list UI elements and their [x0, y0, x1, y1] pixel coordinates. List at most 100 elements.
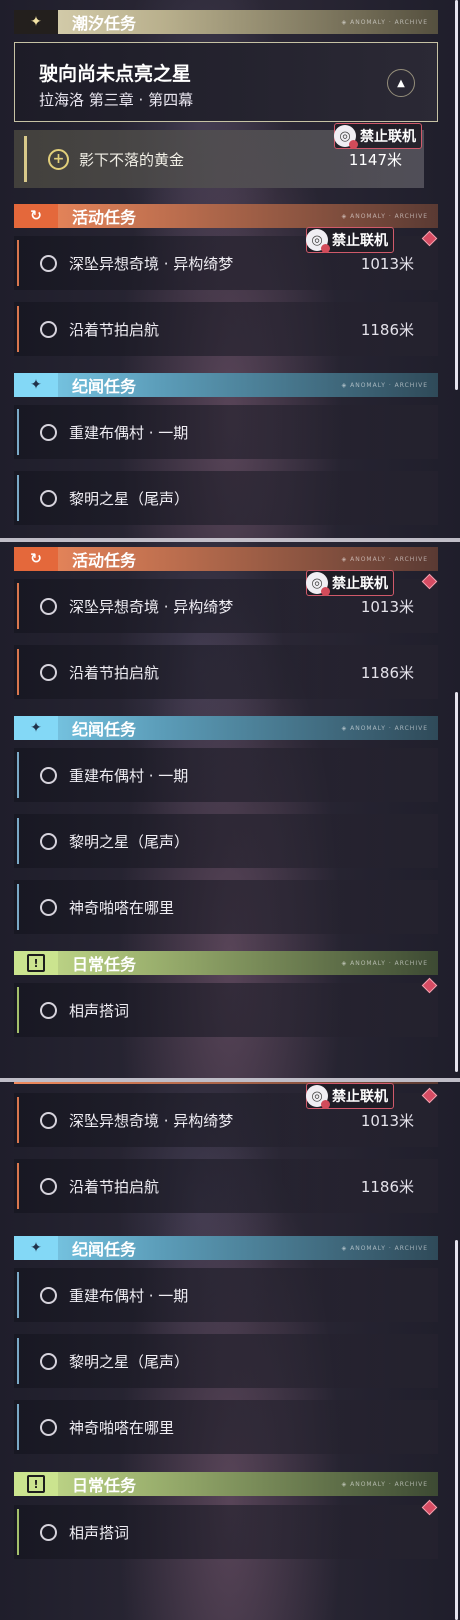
section-header-activity[interactable]: ↻ 活动任务 ◈ ANOMALY · ARCHIVE	[14, 204, 438, 228]
circle-icon	[40, 1418, 57, 1436]
quest-name: 重建布偶村 · 一期	[69, 766, 189, 785]
quest-name: 深坠异想奇境 · 异构绮梦	[69, 597, 234, 616]
list-item[interactable]: 重建布偶村 · 一期	[14, 405, 438, 459]
quest-distance: 1186米	[360, 1177, 414, 1196]
no-online-badge: ◎ 禁止联机	[306, 570, 394, 596]
list-item[interactable]: 相声搭词	[14, 1505, 438, 1559]
section-title: 纪闻任务	[72, 1240, 137, 1259]
section-title: 潮汐任务	[72, 14, 137, 33]
no-online-icon: ◎	[306, 1085, 330, 1109]
list-item[interactable]: 沿着节拍启航 1186米	[14, 1159, 438, 1213]
main-quest-chapter: 拉海洛 第三章 · 第四幕	[39, 91, 194, 109]
scrollbar[interactable]	[455, 1240, 458, 1620]
quest-name: 黎明之星（尾声）	[69, 1352, 190, 1371]
circle-icon	[40, 1286, 57, 1304]
no-online-icon: ◎	[306, 229, 330, 253]
quest-name: 沿着节拍启航	[69, 320, 160, 339]
quest-name: 相声搭词	[69, 1523, 130, 1542]
compass-icon[interactable]: ▲	[387, 69, 415, 97]
sparkle-icon: ✦	[14, 716, 58, 740]
quest-distance: 1013米	[360, 1111, 414, 1130]
list-item[interactable]: 黎明之星（尾声）	[14, 814, 438, 868]
sub-quest-name: 影下不落的黄金	[79, 150, 185, 169]
quest-distance: 1186米	[360, 320, 414, 339]
no-online-label: 禁止联机	[332, 1089, 388, 1105]
section-header-tide[interactable]: ✦ 潮汐任务 ◈ ANOMALY · ARCHIVE	[14, 10, 438, 34]
circle-icon	[40, 597, 57, 615]
list-item[interactable]: 黎明之星（尾声）	[14, 471, 438, 525]
list-item[interactable]: 神奇啪嗒在哪里	[14, 880, 438, 934]
circle-icon	[40, 663, 57, 681]
list-item[interactable]: 沿着节拍启航 1186米	[14, 645, 438, 699]
sparkle-icon: ✦	[14, 373, 58, 397]
quest-panel-2: ↻ 活动任务 ◈ ANOMALY · ARCHIVE 深坠异想奇境 · 异构绮梦…	[0, 542, 460, 1078]
section-title: 日常任务	[72, 1476, 137, 1495]
list-item[interactable]: 神奇啪嗒在哪里	[14, 1400, 438, 1454]
section-header-daily[interactable]: ! 日常任务 ◈ ANOMALY · ARCHIVE	[14, 951, 438, 975]
main-quest-title: 驶向尚未点亮之星	[39, 63, 192, 85]
quest-name: 深坠异想奇境 · 异构绮梦	[69, 254, 234, 273]
scrollbar[interactable]	[455, 0, 458, 390]
section-decoration: ◈ ANOMALY · ARCHIVE	[341, 1480, 428, 1488]
circle-icon	[40, 832, 57, 850]
list-item[interactable]: 重建布偶村 · 一期	[14, 1268, 438, 1322]
no-online-label: 禁止联机	[360, 129, 416, 145]
circle-icon	[40, 320, 57, 338]
no-online-badge: ◎ 禁止联机	[306, 1083, 394, 1109]
quest-panel-1: ✦ 潮汐任务 ◈ ANOMALY · ARCHIVE 驶向尚未点亮之星 拉海洛 …	[0, 0, 460, 540]
list-item[interactable]: 黎明之星（尾声）	[14, 1334, 438, 1388]
circle-icon	[40, 1111, 57, 1129]
no-online-icon: ◎	[334, 125, 358, 149]
plus-icon: +	[48, 148, 69, 170]
no-online-label: 禁止联机	[332, 576, 388, 592]
list-item[interactable]: 相声搭词	[14, 983, 438, 1037]
no-online-label: 禁止联机	[332, 233, 388, 249]
quest-distance: 1013米	[360, 597, 414, 616]
quest-distance: 1013米	[360, 254, 414, 273]
section-header-lore[interactable]: ✦ 纪闻任务 ◈ ANOMALY · ARCHIVE	[14, 1236, 438, 1260]
quest-name: 神奇啪嗒在哪里	[69, 1418, 175, 1437]
circle-icon	[40, 1523, 57, 1541]
circle-icon	[40, 254, 57, 272]
sparkle-icon: ✦	[14, 1236, 58, 1260]
circle-icon	[40, 1177, 57, 1195]
circle-icon	[40, 423, 57, 441]
section-decoration: ◈ ANOMALY · ARCHIVE	[341, 959, 428, 967]
section-header-daily[interactable]: ! 日常任务 ◈ ANOMALY · ARCHIVE	[14, 1472, 438, 1496]
main-quest-card[interactable]: 驶向尚未点亮之星 拉海洛 第三章 · 第四幕 ▲	[14, 42, 438, 122]
cycle-icon: ↻	[14, 547, 58, 571]
section-decoration: ◈ ANOMALY · ARCHIVE	[341, 555, 428, 563]
section-decoration: ◈ ANOMALY · ARCHIVE	[341, 18, 428, 26]
scrollbar[interactable]	[455, 692, 458, 1072]
circle-icon	[40, 489, 57, 507]
section-title: 活动任务	[72, 551, 137, 570]
quest-distance: 1186米	[360, 663, 414, 682]
section-decoration: ◈ ANOMALY · ARCHIVE	[341, 212, 428, 220]
exclamation-icon: !	[14, 1472, 58, 1496]
list-item[interactable]: 沿着节拍启航 1186米	[14, 302, 438, 356]
section-title: 日常任务	[72, 955, 137, 974]
section-header-activity[interactable]: ↻ 活动任务 ◈ ANOMALY · ARCHIVE	[14, 547, 438, 571]
section-decoration: ◈ ANOMALY · ARCHIVE	[341, 381, 428, 389]
quest-name: 相声搭词	[69, 1001, 130, 1020]
quest-name: 深坠异想奇境 · 异构绮梦	[69, 1111, 234, 1130]
circle-icon	[40, 766, 57, 784]
quest-name: 重建布偶村 · 一期	[69, 1286, 189, 1305]
section-title: 活动任务	[72, 208, 137, 227]
no-online-icon: ◎	[306, 572, 330, 596]
quest-panel-3: 深坠异想奇境 · 异构绮梦 1013米 ◎ 禁止联机 沿着节拍启航 1186米 …	[0, 1082, 460, 1620]
no-online-badge: ◎ 禁止联机	[334, 123, 422, 149]
quest-name: 沿着节拍启航	[69, 663, 160, 682]
sparkle-icon: ✦	[14, 10, 58, 34]
list-item[interactable]: 重建布偶村 · 一期	[14, 748, 438, 802]
circle-icon	[40, 1001, 57, 1019]
section-decoration: ◈ ANOMALY · ARCHIVE	[341, 724, 428, 732]
quest-name: 沿着节拍启航	[69, 1177, 160, 1196]
cycle-icon: ↻	[14, 204, 58, 228]
section-header-lore[interactable]: ✦ 纪闻任务 ◈ ANOMALY · ARCHIVE	[14, 716, 438, 740]
quest-name: 重建布偶村 · 一期	[69, 423, 189, 442]
section-header-lore[interactable]: ✦ 纪闻任务 ◈ ANOMALY · ARCHIVE	[14, 373, 438, 397]
circle-icon	[40, 1352, 57, 1370]
quest-name: 黎明之星（尾声）	[69, 489, 190, 508]
section-title: 纪闻任务	[72, 720, 137, 739]
